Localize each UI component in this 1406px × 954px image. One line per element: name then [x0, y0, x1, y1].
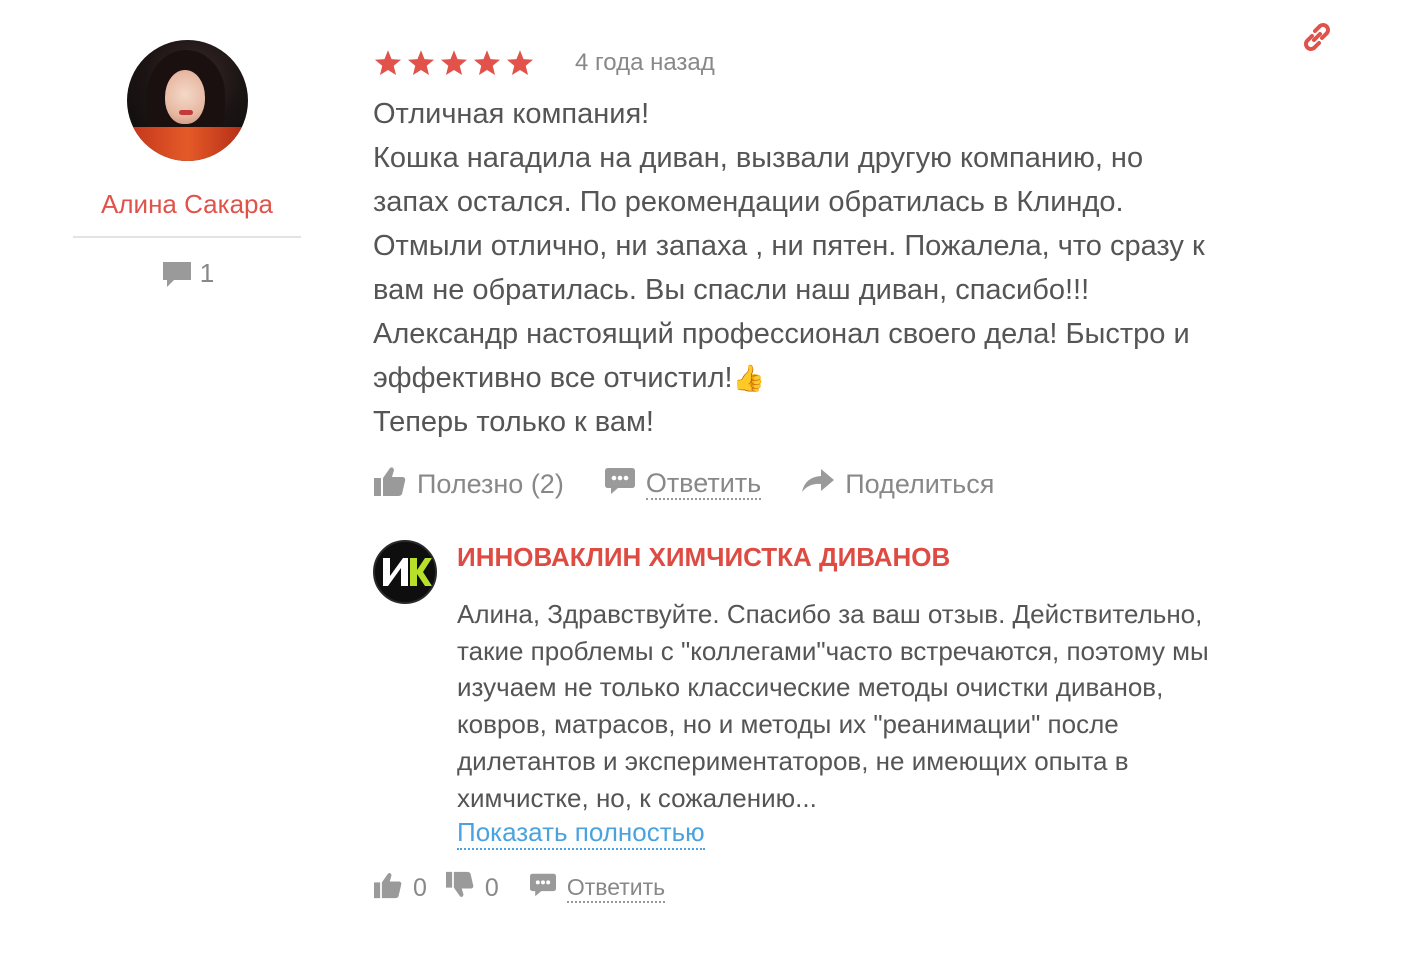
reply-button[interactable]: Ответить — [604, 466, 762, 503]
review-line: Александр настоящий профессионал своего … — [373, 318, 1190, 350]
share-arrow-icon — [801, 468, 835, 501]
reply-to-company-label: Ответить — [566, 873, 666, 903]
reply-line: химчистке, но, к сожалению... — [457, 782, 817, 813]
comments-count-value: 1 — [199, 258, 215, 288]
review-line: вам не обратилась. Вы спасли наш диван, … — [373, 274, 1090, 306]
reply-to-company-button[interactable]: Ответить — [529, 872, 666, 905]
review-line: Теперь только к вам! — [373, 406, 654, 438]
review: 4 года назад Отличная компания! Кошка наг… — [373, 40, 1333, 506]
useful-label: Полезно (2) — [417, 468, 564, 499]
dislike-count: 0 — [484, 873, 499, 902]
like-button[interactable]: 0 — [373, 871, 427, 906]
review-line: Кошка нагадила на диван, вызвали другую … — [373, 142, 1144, 174]
review-actions: Полезно (2) Ответить Поделиться — [373, 462, 1333, 506]
company-name[interactable]: ИННОВАКЛИН ХИМЧИСТКА ДИВАНОВ — [457, 540, 1307, 574]
star-icon — [406, 49, 436, 77]
dislike-button[interactable]: 0 — [445, 871, 499, 906]
reply-line: дилетантов и экспериментаторов, не имеющ… — [457, 745, 1129, 776]
star-icon — [373, 49, 403, 77]
thumbs-up-icon — [373, 465, 407, 504]
share-label: Поделиться — [845, 468, 995, 499]
review-line: запах остался. По рекомендации обратилас… — [373, 186, 1124, 218]
like-count: 0 — [413, 873, 427, 902]
review-line: Отмыли отлично, ни запаха , ни пятен. По… — [373, 230, 1205, 262]
review-date: 4 года назад — [575, 49, 715, 76]
author-name[interactable]: Алина Сакара — [73, 187, 301, 221]
thumbs-down-icon — [445, 871, 475, 906]
star-rating — [373, 49, 535, 77]
author-divider — [73, 236, 301, 238]
reply-line: ковров, матрасов, но и методы их "реаним… — [457, 709, 1119, 740]
review-line-with-emoji: эффективно все отчистил!👍 — [373, 356, 1303, 400]
thumbs-up-emoji: 👍 — [732, 363, 765, 393]
comment-bubble-icon — [160, 259, 194, 289]
show-more-link[interactable]: Показать полностью — [457, 816, 705, 851]
thumbs-up-icon — [373, 871, 403, 906]
author-avatar[interactable] — [126, 40, 248, 161]
chat-icon — [604, 466, 636, 503]
rating-row: 4 года назад — [373, 40, 1333, 86]
company-logo[interactable] — [373, 540, 437, 604]
author-comments-count: 1 — [160, 258, 214, 289]
useful-button[interactable]: Полезно (2) — [373, 465, 564, 504]
share-button[interactable]: Поделиться — [801, 468, 994, 501]
reply-text: Алина, Здравствуйте. Спасибо за ваш отзы… — [457, 596, 1307, 816]
chat-icon — [529, 872, 557, 905]
star-icon — [505, 49, 535, 77]
reply-label: Ответить — [645, 468, 762, 500]
review-line: Отличная компания! — [373, 98, 650, 130]
star-icon — [472, 49, 502, 77]
star-icon — [439, 49, 469, 77]
reply-line: Алина, Здравствуйте. Спасибо за ваш отзы… — [457, 599, 1203, 629]
reply-body: ИННОВАКЛИН ХИМЧИСТКА ДИВАНОВ Алина, Здра… — [457, 540, 1307, 851]
review-author: Алина Сакара 1 — [73, 40, 301, 294]
review-text: Отличная компания! Кошка нагадила на дива… — [373, 92, 1303, 444]
reply-line: изучаем не только классические методы оч… — [457, 672, 1164, 703]
reply-line: такие проблемы с "коллегами"часто встреч… — [457, 635, 1209, 666]
reply-actions: 0 0 Ответить — [373, 866, 666, 910]
review-line: эффективно все отчистил! — [373, 362, 733, 394]
